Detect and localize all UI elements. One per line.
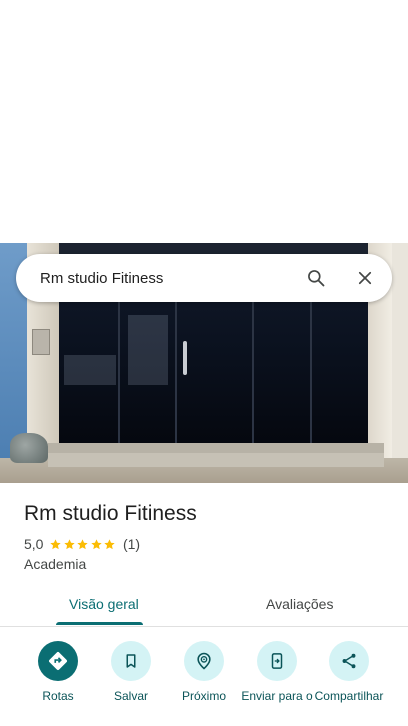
photo-bag — [10, 433, 48, 463]
photo-step — [48, 453, 384, 467]
save-button[interactable]: Salvar — [91, 641, 171, 702]
search-icon[interactable] — [304, 266, 328, 290]
star-icon — [64, 538, 75, 549]
nearby-label: Próximo — [181, 689, 226, 703]
star-icon — [104, 538, 116, 549]
close-icon[interactable] — [353, 266, 377, 290]
directions-label: Rotas — [42, 689, 74, 703]
photo-door-handle — [183, 341, 187, 375]
star-icon — [50, 538, 62, 549]
tab-active-indicator — [56, 622, 143, 625]
review-count: (1) — [122, 536, 141, 552]
rating-row[interactable]: 5,0 (1) — [24, 536, 140, 552]
tab-divider — [0, 626, 408, 627]
share-icon — [329, 641, 369, 681]
star-icon — [77, 538, 89, 549]
send-to-phone-button[interactable]: Enviar para o — [237, 641, 317, 702]
photo-reflection — [128, 315, 168, 385]
photo-wall — [392, 243, 408, 483]
nearby-button[interactable]: Próximo — [164, 641, 244, 702]
photo-reflection — [64, 355, 116, 385]
save-label: Salvar — [113, 689, 148, 703]
directions-button[interactable]: Rotas — [18, 641, 98, 702]
tab-reviews[interactable]: Avaliações — [266, 596, 333, 612]
photo-electrical-box — [32, 329, 50, 355]
directions-icon — [38, 641, 78, 681]
photo-step — [48, 443, 384, 453]
share-label: Compartilhar — [314, 689, 384, 703]
search-bar[interactable]: Rm studio Fitiness — [16, 254, 392, 302]
rating-value: 5,0 — [24, 536, 44, 552]
bookmark-icon — [111, 641, 151, 681]
tab-overview[interactable]: Visão geral — [69, 596, 139, 612]
place-category: Academia — [24, 556, 87, 572]
nearby-icon — [184, 641, 224, 681]
send-to-phone-icon — [257, 641, 297, 681]
search-input[interactable]: Rm studio Fitiness — [40, 270, 392, 287]
star-icon — [91, 538, 102, 549]
rating-stars — [49, 538, 117, 551]
send-to-phone-label: Enviar para o — [241, 689, 313, 703]
place-screen: Rm studio Fitiness Rm studio Fitiness 5,… — [0, 0, 408, 726]
share-button[interactable]: Compartilhar — [309, 641, 389, 702]
place-title: Rm studio Fitiness — [24, 502, 197, 525]
